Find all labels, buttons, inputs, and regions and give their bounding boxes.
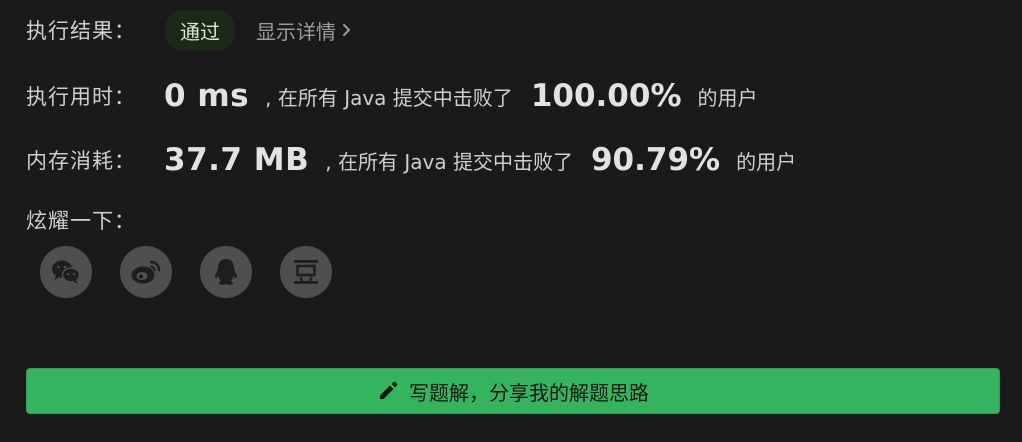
result-label: 执行结果： [26, 19, 136, 43]
show-details-label: 显示详情 [256, 19, 336, 44]
write-solution-button[interactable]: 写题解，分享我的解题思路 [26, 368, 1000, 414]
share-qq-button[interactable] [200, 246, 252, 298]
runtime-label: 执行用时： [26, 85, 136, 109]
runtime-row: 执行用时： 0 ms , 在所有 Java 提交中击败了 100.00% 的用户 [26, 72, 758, 120]
memory-suffix: 的用户 [736, 149, 797, 174]
write-solution-label: 写题解，分享我的解题思路 [409, 380, 649, 405]
runtime-suffix: 的用户 [697, 85, 758, 110]
chevron-right-icon [343, 24, 350, 36]
share-wechat-button[interactable] [40, 246, 92, 298]
douban-icon [294, 260, 318, 284]
wechat-icon [52, 260, 81, 284]
pencil-icon [380, 381, 398, 399]
runtime-text: , 在所有 Java 提交中击败了 [265, 85, 513, 110]
memory-percent: 90.79% [590, 142, 721, 178]
result-row: 执行结果： 通过 显示详情 [26, 9, 352, 51]
memory-label: 内存消耗： [26, 149, 136, 173]
runtime-percent: 100.00% [530, 78, 682, 114]
share-douban-button[interactable] [280, 246, 332, 298]
runtime-value: 0 ms [164, 78, 250, 114]
memory-text: , 在所有 Java 提交中击败了 [325, 149, 573, 174]
memory-value: 37.7 MB [164, 142, 310, 178]
share-label: 炫耀一下： [26, 209, 136, 233]
share-weibo-button[interactable] [120, 246, 172, 298]
qq-icon [215, 259, 237, 285]
share-row: 炫耀一下： [26, 204, 136, 236]
share-icons [40, 246, 360, 298]
memory-row: 内存消耗： 37.7 MB , 在所有 Java 提交中击败了 90.79% 的… [26, 136, 796, 184]
show-details-link[interactable]: 显示详情 [256, 16, 352, 45]
weibo-icon [131, 260, 161, 284]
status-badge: 通过 [166, 9, 234, 51]
